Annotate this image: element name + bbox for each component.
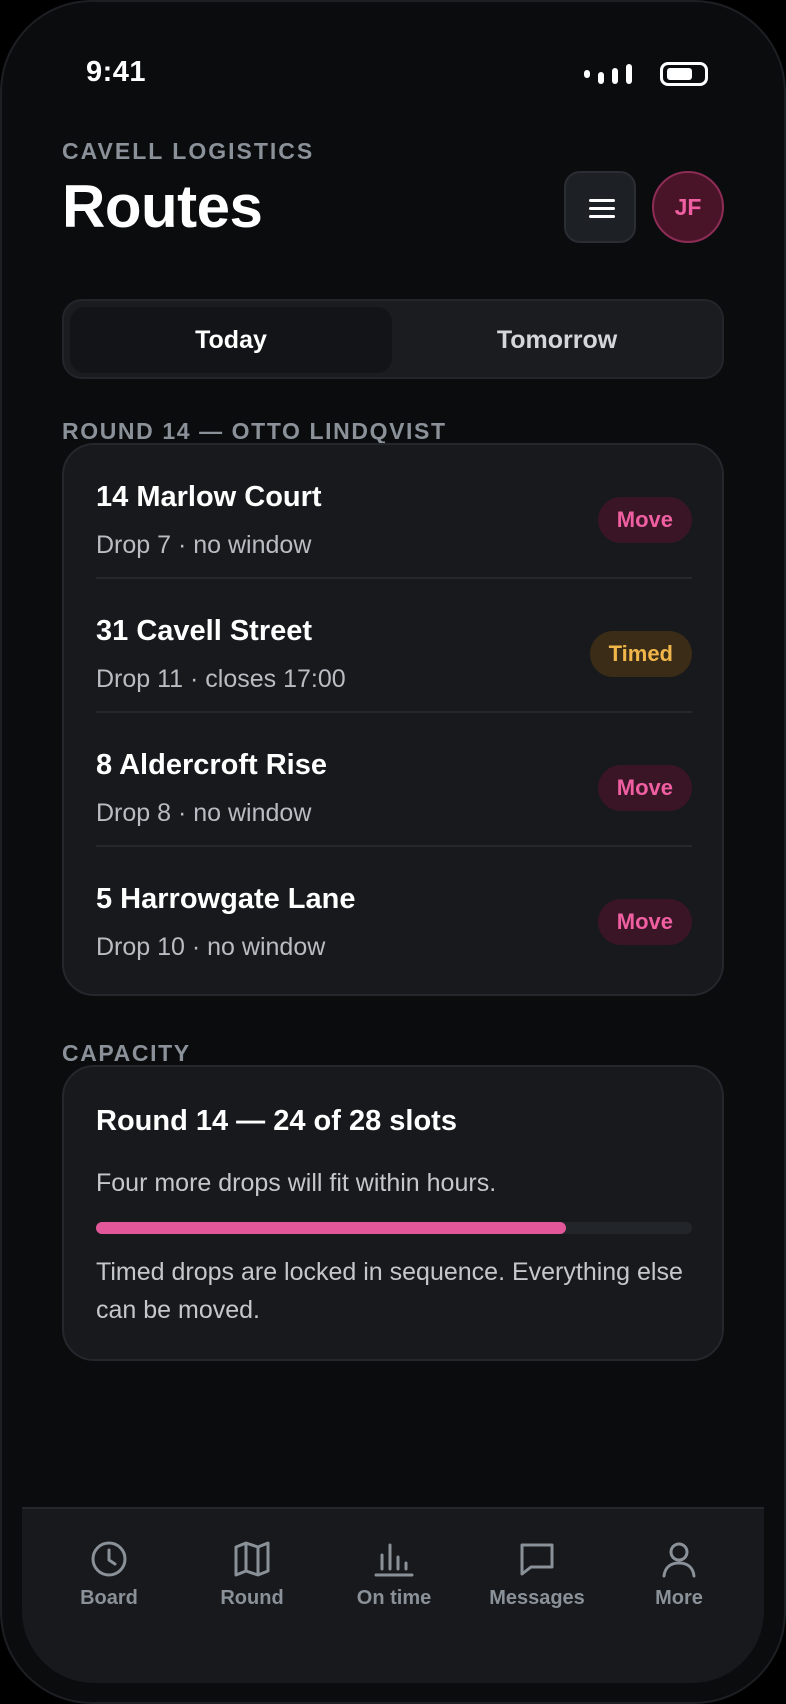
status-bar: 9:41 (0, 0, 786, 140)
tab-label: Board (80, 1587, 138, 1609)
drops-card: 14 Marlow Court Drop 7 · no window Move … (62, 443, 724, 996)
menu-icon-line (589, 207, 615, 210)
clock-icon (91, 1541, 127, 1577)
message-icon (520, 1543, 554, 1576)
bar-chart-icon (374, 1543, 414, 1577)
tab-round[interactable]: Round (187, 1539, 317, 1639)
capacity-section-label: CAPACITY (62, 1040, 191, 1066)
day-segmented-control: Today Tomorrow (62, 299, 724, 379)
tab-more[interactable]: More (614, 1539, 744, 1639)
signal-icon (584, 64, 638, 84)
drop-meta: Drop 11 · closes 17:00 (96, 665, 346, 693)
menu-button[interactable] (564, 171, 636, 243)
drop-address: 31 Cavell Street (96, 615, 313, 647)
menu-icon-line (589, 215, 615, 218)
company-name: CAVELL LOGISTICS (62, 138, 315, 164)
tab-label: More (655, 1587, 703, 1609)
move-badge[interactable]: Move (597, 497, 692, 543)
user-icon (662, 1542, 696, 1578)
move-badge[interactable]: Move (597, 765, 692, 811)
tab-board[interactable]: Board (44, 1539, 174, 1639)
avatar[interactable]: JF (652, 171, 724, 243)
tab-messages[interactable]: Messages (472, 1539, 602, 1639)
capacity-title: Round 14 — 24 of 28 slots (96, 1105, 457, 1137)
capacity-note: Timed drops are locked in sequence. Ever… (96, 1258, 683, 1324)
move-badge[interactable]: Move (597, 899, 692, 945)
tab-on-time[interactable]: On time (329, 1539, 459, 1639)
round-section-label: ROUND 14 — OTTO LINDQVIST (62, 418, 447, 444)
segment-tomorrow[interactable]: Tomorrow (396, 307, 718, 373)
drop-row[interactable]: 5 Harrowgate Lane Drop 10 · no window Mo… (96, 847, 692, 981)
drop-address: 14 Marlow Court (96, 481, 322, 513)
capacity-progress-fill (96, 1222, 566, 1234)
drop-row[interactable]: 31 Cavell Street Drop 11 · closes 17:00 … (96, 579, 692, 713)
phone-screen: 9:41 CAVELL LOGISTICS Routes JF Today To… (0, 0, 786, 1704)
tab-label: Round (220, 1587, 284, 1609)
capacity-progress (96, 1222, 692, 1234)
drop-address: 8 Aldercroft Rise (96, 749, 327, 781)
menu-icon (589, 199, 615, 202)
segment-today[interactable]: Today (70, 307, 392, 373)
status-time: 9:41 (86, 56, 147, 88)
drop-address: 5 Harrowgate Lane (96, 883, 356, 915)
tab-label: On time (356, 1587, 432, 1609)
tab-label: Messages (489, 1587, 585, 1609)
timed-badge: Timed (589, 631, 692, 677)
drop-row[interactable]: 8 Aldercroft Rise Drop 8 · no window Mov… (96, 713, 692, 847)
battery-icon (660, 62, 708, 86)
drop-meta: Drop 7 · no window (96, 531, 312, 559)
capacity-card: Round 14 — 24 of 28 slots Four more drop… (62, 1065, 724, 1361)
tab-bar: Board Round On time Messages More (22, 1507, 764, 1683)
page-title: Routes (62, 173, 263, 240)
capacity-subtitle: Four more drops will fit within hours. (96, 1169, 497, 1197)
map-icon (234, 1541, 270, 1577)
drop-row[interactable]: 14 Marlow Court Drop 7 · no window Move (96, 445, 692, 579)
drop-meta: Drop 8 · no window (96, 799, 312, 827)
drop-meta: Drop 10 · no window (96, 933, 326, 961)
